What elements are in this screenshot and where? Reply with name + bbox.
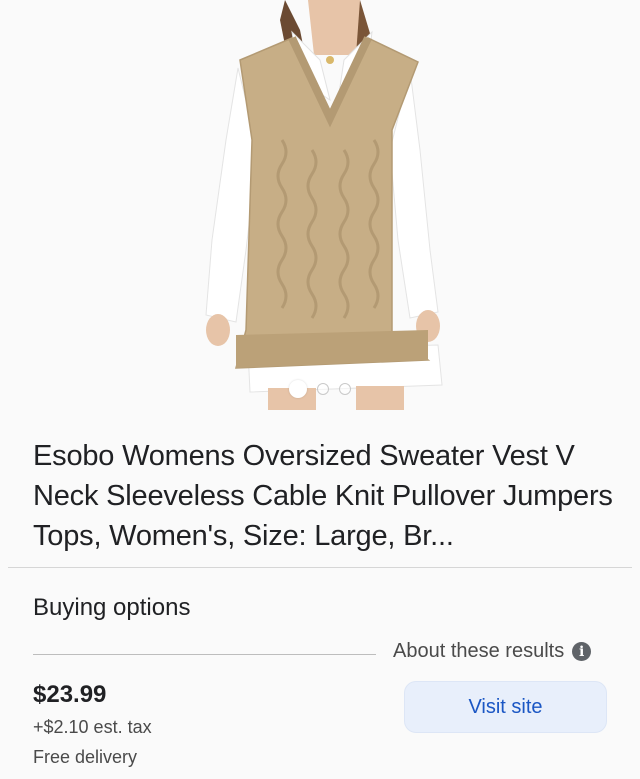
about-rule xyxy=(33,654,376,655)
carousel-dot-1[interactable] xyxy=(289,380,307,398)
product-image[interactable] xyxy=(0,0,640,410)
info-icon[interactable]: i xyxy=(572,642,592,661)
section-divider xyxy=(8,567,632,568)
tax-estimate: +$2.10 est. tax xyxy=(33,717,152,737)
visit-site-button[interactable]: Visit site xyxy=(404,681,607,733)
about-label: About these results xyxy=(393,640,565,662)
product-photo xyxy=(0,0,640,410)
carousel-dot-3[interactable] xyxy=(339,383,351,395)
delivery-info: Free delivery xyxy=(33,747,138,767)
buying-options-heading: Buying options xyxy=(33,594,191,621)
about-these-results[interactable]: About these results i xyxy=(393,640,592,663)
product-title: Esobo Womens Oversized Sweater Vest V Ne… xyxy=(33,440,613,552)
carousel-dot-2[interactable] xyxy=(317,383,329,395)
image-carousel-dots[interactable] xyxy=(0,380,640,398)
price: $23.99 xyxy=(33,681,107,708)
